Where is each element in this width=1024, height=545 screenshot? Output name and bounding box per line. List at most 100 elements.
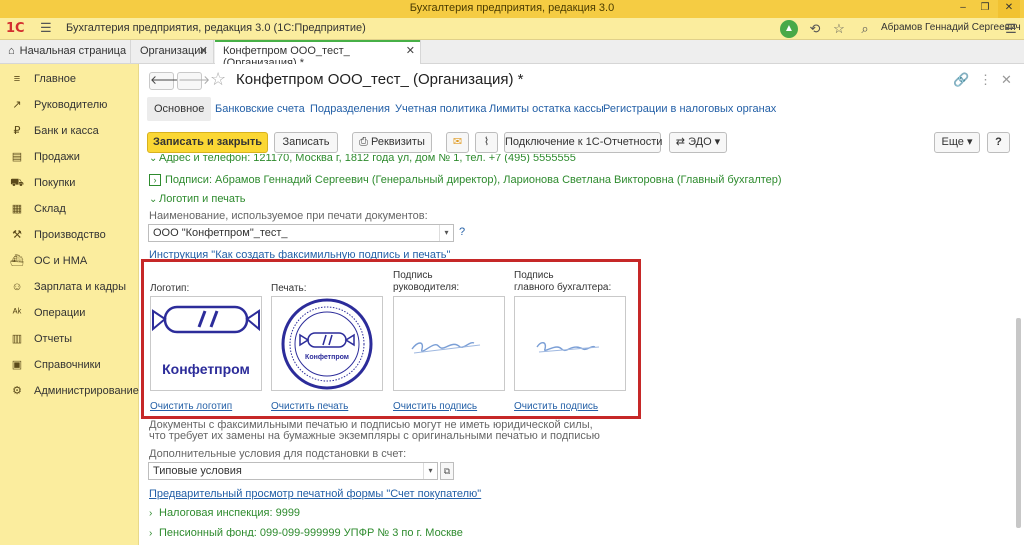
seal-image-box[interactable]: Конфетпром [271,296,383,391]
tab-accounting-policy[interactable]: Учетная политика [388,97,493,121]
sidebar-item-label: Производство [34,229,106,241]
email-button[interactable]: ✉ [446,132,469,153]
app-header: 1С ☰ Бухгалтерия предприятия, редакция 3… [0,18,1024,40]
sidebar-item-manager[interactable]: ↗ Руководителю [0,92,139,118]
connect-reporting-button[interactable]: Подключение к 1С-Отчетности [504,132,662,153]
form-scrollbar[interactable] [1016,318,1021,528]
chevron-down-icon[interactable]: ▾ [439,225,453,241]
sidebar-item-warehouse[interactable]: ▦ Склад [0,196,139,222]
sidebar-item-label: Зарплата и кадры [34,281,127,293]
sections-sidebar: ≡ Главное ↗ Руководителю ₽ Банк и касса ▤ Пр… [0,64,139,545]
tab-organization-form[interactable]: Конфетпром ООО_тест_ (Организация) * ✕ [215,40,421,69]
tab-home[interactable]: ⌂ Начальная страница [0,40,131,64]
minimize-button[interactable]: – [952,0,974,18]
clear-logo-link[interactable]: Очистить логотип [150,401,232,412]
ruble-icon: ₽ [13,125,21,137]
instruction-link[interactable]: Инструкция "Как создать факсимильную под… [149,250,450,259]
tab-main[interactable]: Основное [147,97,212,121]
clear-accountant-signature-link[interactable]: Очистить подпись [514,401,598,412]
settings-menu-icon[interactable]: ☰ [1002,20,1020,38]
attachments-button[interactable]: ⌇ [475,132,498,153]
chevron-right-icon: › [149,508,153,519]
assets-icon: ⛴ [10,255,24,267]
close-form-icon[interactable]: ✕ [1001,72,1012,88]
tab-home-label: Начальная страница [19,45,127,57]
open-window-icon: ⧉ [443,466,451,476]
user-name[interactable]: Абрамов Геннадий Сергеевич [881,22,1021,33]
update-icon[interactable]: ▲ [780,20,798,38]
window-titlebar: Бухгалтерия предприятия, редакция 3.0 – … [0,0,1024,18]
chevron-down-icon: ⌄ [149,154,158,163]
sidebar-item-production[interactable]: ⚒ Производство [0,222,139,248]
sidebar-item-assets[interactable]: ⛴ ОС и НМА [0,248,139,274]
more-button[interactable]: Еще ▾ [934,132,980,153]
signatures-row[interactable]: › Подписи: Абрамов Геннадий Сергеевич (Ге… [149,174,782,186]
sidebar-item-operations[interactable]: ᴬᵏ Операции [0,300,139,326]
sidebar-item-salary[interactable]: ☺ Зарплата и кадры [0,274,139,300]
address-row[interactable]: ⌄ Адрес и телефон: 121170, Москва г, 1812… [149,154,576,163]
tax-inspection-row[interactable]: › Налоговая инспекция: 9999 [149,507,300,519]
open-conditions-button[interactable]: ⧉ [440,462,454,480]
sidebar-item-sales[interactable]: ▤ Продажи [0,144,139,170]
main-menu-icon[interactable]: ☰ [40,20,52,36]
chevron-down-icon[interactable]: ▾ [423,463,437,479]
tab-cash-limits[interactable]: Лимиты остатка кассы [482,97,611,121]
form-title: Конфетпром ООО_тест_ (Организация) * [236,71,524,88]
home-icon: ⌂ [8,45,15,57]
preview-print-link[interactable]: Предварительный просмотр печатной формы … [149,488,481,500]
command-bar: Записать и закрыть Записать ⎙ Реквизиты … [147,132,1017,154]
accountant-signature-box[interactable] [514,296,626,391]
sidebar-item-label: Справочники [34,359,101,371]
window-title: Бухгалтерия предприятия, редакция 3.0 [409,2,615,14]
close-tab-icon[interactable]: ✕ [406,44,415,57]
close-window-button[interactable]: ✕ [998,0,1020,18]
director-label-line1: Подпись [393,270,433,281]
sidebar-item-purchases[interactable]: ⛟ Покупки [0,170,139,196]
clear-seal-link[interactable]: Очистить печать [271,401,348,412]
close-tab-icon[interactable]: ✕ [199,44,208,57]
maximize-button[interactable]: ❐ [974,0,996,18]
tab-bank-accounts[interactable]: Банковские счета [208,97,312,121]
help-button[interactable]: ? [987,132,1010,153]
sidebar-item-bank[interactable]: ₽ Банк и касса [0,118,139,144]
help-question-link[interactable]: ? [459,226,465,238]
history-icon[interactable]: ⟲ [806,20,824,38]
more-vertical-icon[interactable]: ⋮ [979,72,992,88]
operations-icon: ᴬᵏ [12,307,22,319]
sidebar-item-label: Операции [34,307,86,319]
tab-organizations[interactable]: Организации ✕ [132,40,214,64]
back-button[interactable]: 🡐 [149,72,182,90]
save-button[interactable]: Записать [274,132,338,153]
pension-fund-text: Пенсионный фонд: 099-099-999999 УПФР № 3… [159,528,463,537]
sidebar-item-reports[interactable]: ▥ Отчеты [0,326,139,352]
logo-section-header[interactable]: ⌄ Логотип и печать [149,193,245,205]
extra-conditions-value: Типовые условия [153,465,242,477]
sidebar-item-main[interactable]: ≡ Главное [0,66,139,92]
warehouse-icon: ▦ [11,203,23,215]
forward-button[interactable]: 🡒 [177,72,210,90]
print-name-field[interactable]: ООО "Конфетпром"_тест_ ▾ [148,224,454,242]
director-signature-label: Подпись руководителя: [393,270,459,294]
favorite-star-icon[interactable]: ☆ [210,69,226,90]
forward-arrow-icon: 🡒 [178,73,211,87]
print-name-value: ООО "Конфетпром"_тест_ [153,227,288,239]
sidebar-item-catalogs[interactable]: ▣ Справочники [0,352,139,378]
pension-fund-row[interactable]: › Пенсионный фонд: 099-099-999999 УПФР № … [149,528,463,537]
tab-tax-registrations[interactable]: Регистрации в налоговых органах [596,97,783,121]
extra-conditions-field[interactable]: Типовые условия ▾ [148,462,438,480]
envelope-icon: ✉ [452,136,463,148]
link-icon[interactable]: 🔗 [953,72,969,88]
tab-departments[interactable]: Подразделения [303,97,397,121]
director-signature-box[interactable] [393,296,505,391]
edo-button[interactable]: ⇄ ЭДО ▾ [669,132,727,153]
favorites-icon[interactable]: ☆ [830,20,848,38]
logo-image-box[interactable]: Конфетпром [150,296,262,391]
requisites-button[interactable]: ⎙ Реквизиты [352,132,432,153]
sidebar-item-admin[interactable]: ⚙ Администрирование [0,378,139,404]
app-title: Бухгалтерия предприятия, редакция 3.0 (1… [66,22,366,34]
clear-director-signature-link[interactable]: Очистить подпись [393,401,477,412]
edo-label: ЭДО [688,136,712,148]
save-and-close-button[interactable]: Записать и закрыть [147,132,268,153]
logo-brand-text: Конфетпром [162,361,250,377]
search-icon[interactable]: ⌕ [856,20,874,38]
